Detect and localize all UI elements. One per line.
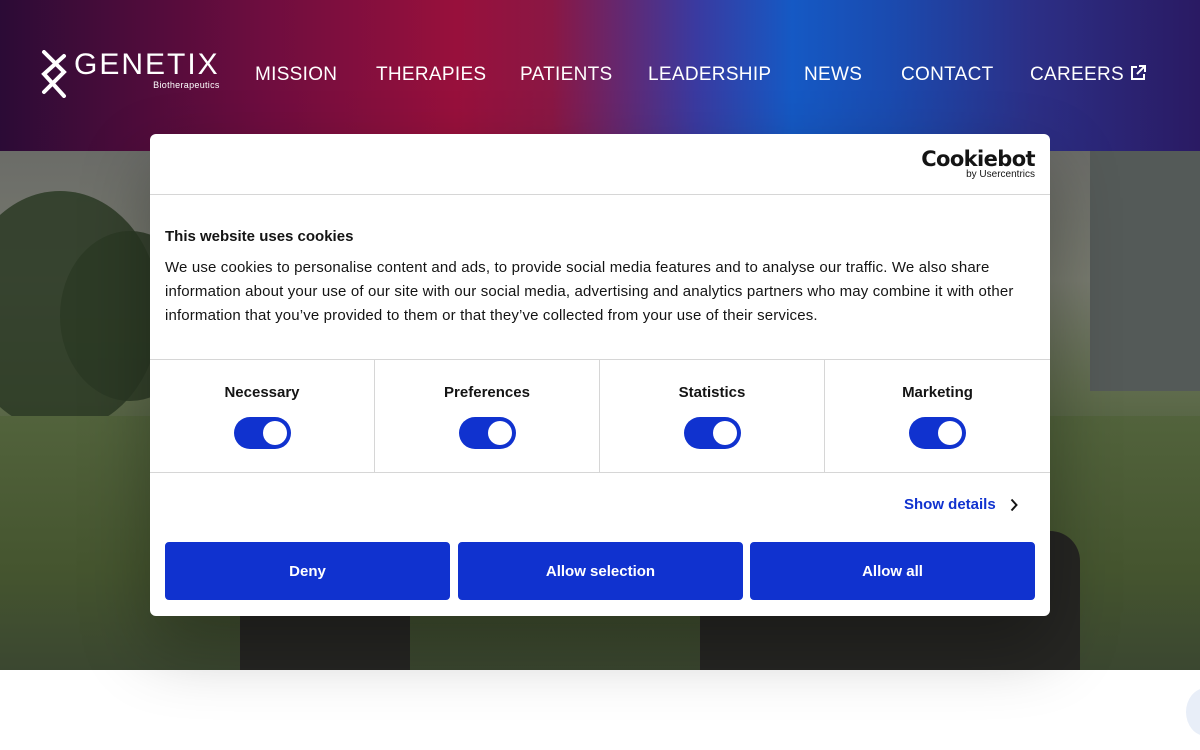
consent-label: Marketing: [902, 384, 973, 401]
consent-necessary: Necessary: [150, 360, 375, 472]
site-header: GENETIX Biotherapeutics MISSION THERAPIE…: [0, 0, 1200, 151]
nav-leadership[interactable]: LEADERSHIP: [648, 62, 771, 88]
statistics-toggle[interactable]: [684, 417, 741, 449]
marketing-toggle[interactable]: [909, 417, 966, 449]
page: GENETIX Biotherapeutics MISSION THERAPIE…: [0, 0, 1200, 750]
show-details-label: Show details: [904, 496, 996, 513]
external-link-icon[interactable]: [1129, 64, 1147, 82]
preferences-toggle[interactable]: [459, 417, 516, 449]
cookiebot-wordmark: Cookiebot: [921, 147, 1035, 171]
main-nav: MISSION THERAPIES PATIENTS LEADERSHIP NE…: [0, 62, 1200, 88]
allow-selection-button[interactable]: Allow selection: [458, 542, 743, 600]
nav-mission[interactable]: MISSION: [255, 62, 337, 88]
building-shape: [1090, 151, 1200, 391]
consent-label: Statistics: [678, 384, 746, 401]
nav-contact[interactable]: CONTACT: [901, 62, 994, 88]
content-area: [0, 670, 1200, 750]
deny-button[interactable]: Deny: [165, 542, 450, 600]
consent-categories: Necessary Preferences Statistics Marketi…: [150, 359, 1050, 473]
toggle-knob: [263, 421, 287, 445]
toggle-knob: [938, 421, 962, 445]
allow-all-button[interactable]: Allow all: [750, 542, 1035, 600]
nav-news[interactable]: NEWS: [804, 62, 862, 88]
consent-preferences: Preferences: [375, 360, 600, 472]
consent-label: Preferences: [444, 384, 530, 401]
chevron-right-icon: [1010, 498, 1018, 511]
dialog-header: Cookiebot by Usercentrics: [150, 134, 1050, 195]
cookiebot-logo[interactable]: Cookiebot by Usercentrics: [921, 148, 1035, 180]
toggle-knob: [488, 421, 512, 445]
nav-patients[interactable]: PATIENTS: [520, 62, 612, 88]
cookie-consent-dialog: Cookiebot by Usercentrics This website u…: [150, 134, 1050, 616]
necessary-toggle[interactable]: [234, 417, 291, 449]
nav-careers[interactable]: CAREERS: [1030, 62, 1124, 88]
consent-label: Necessary: [224, 384, 300, 401]
toggle-knob: [713, 421, 737, 445]
dialog-description: We use cookies to personalise content an…: [165, 259, 1014, 324]
consent-statistics: Statistics: [600, 360, 825, 472]
show-details-link[interactable]: Show details: [904, 496, 1018, 513]
consent-marketing: Marketing: [825, 360, 1050, 472]
nav-therapies[interactable]: THERAPIES: [376, 62, 486, 88]
dialog-title: This website uses cookies: [165, 228, 354, 245]
